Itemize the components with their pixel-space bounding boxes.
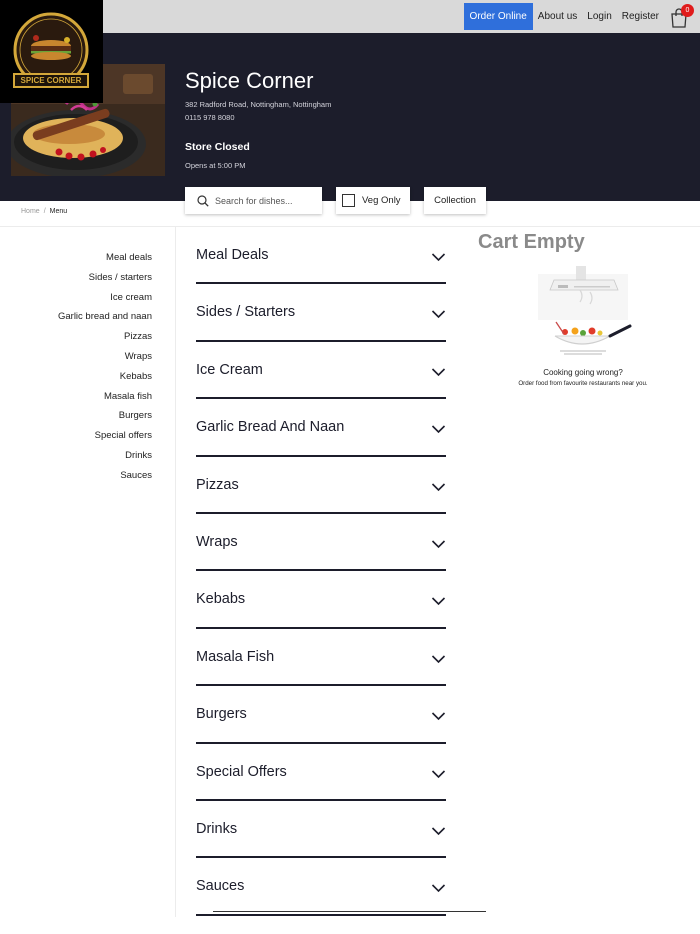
sidebar-item-sides-starters[interactable]: Sides / starters xyxy=(0,270,152,290)
register-link[interactable]: Register xyxy=(617,3,664,30)
category-title: Sauces xyxy=(196,878,245,895)
logo-text: SPICE CORNER xyxy=(20,76,82,85)
category-title: Wraps xyxy=(196,533,238,550)
category-title: Meal Deals xyxy=(196,247,269,263)
veg-only-toggle[interactable]: Veg Only xyxy=(336,187,410,214)
cart-empty-title: Cart Empty xyxy=(478,231,585,253)
category-title: Special Offers xyxy=(196,763,287,780)
category-kebabs[interactable]: Kebabs xyxy=(196,571,446,629)
category-special-offers[interactable]: Special Offers xyxy=(196,744,446,801)
chevron-down-icon xyxy=(431,482,446,491)
store-status: Store Closed xyxy=(185,141,250,153)
category-sides-starters[interactable]: Sides / Starters xyxy=(196,284,446,342)
category-masala-fish[interactable]: Masala Fish xyxy=(196,629,446,687)
chevron-down-icon xyxy=(431,253,446,262)
chevron-down-icon xyxy=(431,597,446,606)
chevron-down-icon xyxy=(431,540,446,549)
category-title: Burgers xyxy=(196,706,247,723)
search-icon xyxy=(197,194,209,207)
breadcrumb-current: Menu xyxy=(49,208,68,215)
chevron-down-icon xyxy=(431,368,446,376)
category-burgers[interactable]: Burgers xyxy=(196,686,446,744)
category-ice-cream[interactable]: Ice Cream xyxy=(196,342,446,400)
about-us-link[interactable]: About us xyxy=(533,3,582,30)
chevron-down-icon xyxy=(431,769,446,778)
chevron-down-icon xyxy=(431,310,446,319)
store-hero: Spice Corner 382 Radford Road, Nottingha… xyxy=(0,33,700,201)
sidebar-item-wraps[interactable]: Wraps xyxy=(0,349,152,369)
cart-message: Cooking going wrong? xyxy=(543,368,623,377)
cart-button[interactable]: 0 xyxy=(668,3,694,28)
category-drinks[interactable]: Drinks xyxy=(196,801,446,859)
cart-count-badge: 0 xyxy=(681,3,694,17)
chevron-down-icon xyxy=(431,827,446,836)
category-wraps[interactable]: Wraps xyxy=(196,514,446,572)
breadcrumb-separator: / xyxy=(43,208,46,215)
menu-categories: Meal Deals Sides / Starters Ice Cream Ga… xyxy=(196,227,446,916)
sidebar-item-garlic-bread-naan[interactable]: Garlic bread and naan xyxy=(0,309,152,329)
chevron-down-icon xyxy=(431,425,446,434)
category-title: Drinks xyxy=(196,820,238,837)
collection-button[interactable]: Collection xyxy=(424,187,486,214)
store-opening-time: Opens at 5:00 PM xyxy=(185,161,246,170)
chevron-down-icon xyxy=(431,712,446,721)
category-title: Masala Fish xyxy=(196,648,275,665)
category-title: Kebabs xyxy=(196,591,246,608)
sidebar-item-meal-deals[interactable]: Meal deals xyxy=(0,250,152,270)
cart-submessage: Order food from favourite restaurants ne… xyxy=(518,380,648,387)
chevron-down-icon xyxy=(431,655,446,663)
sidebar-item-special-offers[interactable]: Special offers xyxy=(0,428,152,448)
chevron-down-icon xyxy=(431,884,446,893)
category-pizzas[interactable]: Pizzas xyxy=(196,457,446,514)
category-title: Pizzas xyxy=(196,476,239,493)
breadcrumb-home[interactable]: Home xyxy=(21,208,40,215)
category-title: Sides / Starters xyxy=(196,304,296,321)
nav-links: Order Online About us Login Register 0 xyxy=(463,3,694,30)
store-address: 382 Radford Road, Nottingham, Nottingham xyxy=(185,100,332,109)
login-link[interactable]: Login xyxy=(582,3,616,30)
store-name: Spice Corner xyxy=(185,68,314,93)
veg-only-label: Veg Only xyxy=(362,195,401,206)
sidebar-item-masala-fish[interactable]: Masala fish xyxy=(0,389,152,409)
restaurant-logo[interactable]: SPICE CORNER xyxy=(0,0,103,103)
category-sauces[interactable]: Sauces xyxy=(196,858,446,916)
sidebar-item-pizzas[interactable]: Pizzas xyxy=(0,329,152,349)
cooking-pan-icon xyxy=(530,264,636,360)
order-online-link[interactable]: Order Online xyxy=(463,3,533,30)
sidebar-item-ice-cream[interactable]: Ice cream xyxy=(0,290,152,310)
veg-only-checkbox[interactable] xyxy=(342,194,355,207)
breadcrumb: Home / Menu xyxy=(21,208,67,215)
category-sidebar: Meal deals Sides / starters Ice cream Ga… xyxy=(0,250,152,488)
sidebar-item-drinks[interactable]: Drinks xyxy=(0,448,152,468)
sidebar-divider xyxy=(175,227,176,917)
sidebar-item-sauces[interactable]: Sauces xyxy=(0,468,152,488)
category-garlic-bread-naan[interactable]: Garlic Bread And Naan xyxy=(196,399,446,457)
horizontal-scrollbar[interactable] xyxy=(213,911,486,912)
search-input[interactable] xyxy=(215,195,315,206)
sidebar-item-kebabs[interactable]: Kebabs xyxy=(0,369,152,389)
category-title: Garlic Bread And Naan xyxy=(196,419,345,436)
store-phone: 0115 978 8080 xyxy=(185,113,235,122)
category-title: Ice Cream xyxy=(196,361,263,378)
dish-search[interactable] xyxy=(185,187,322,214)
top-nav: Order Online About us Login Register 0 xyxy=(0,0,700,33)
category-meal-deals[interactable]: Meal Deals xyxy=(196,227,446,285)
sidebar-item-burgers[interactable]: Burgers xyxy=(0,408,152,428)
